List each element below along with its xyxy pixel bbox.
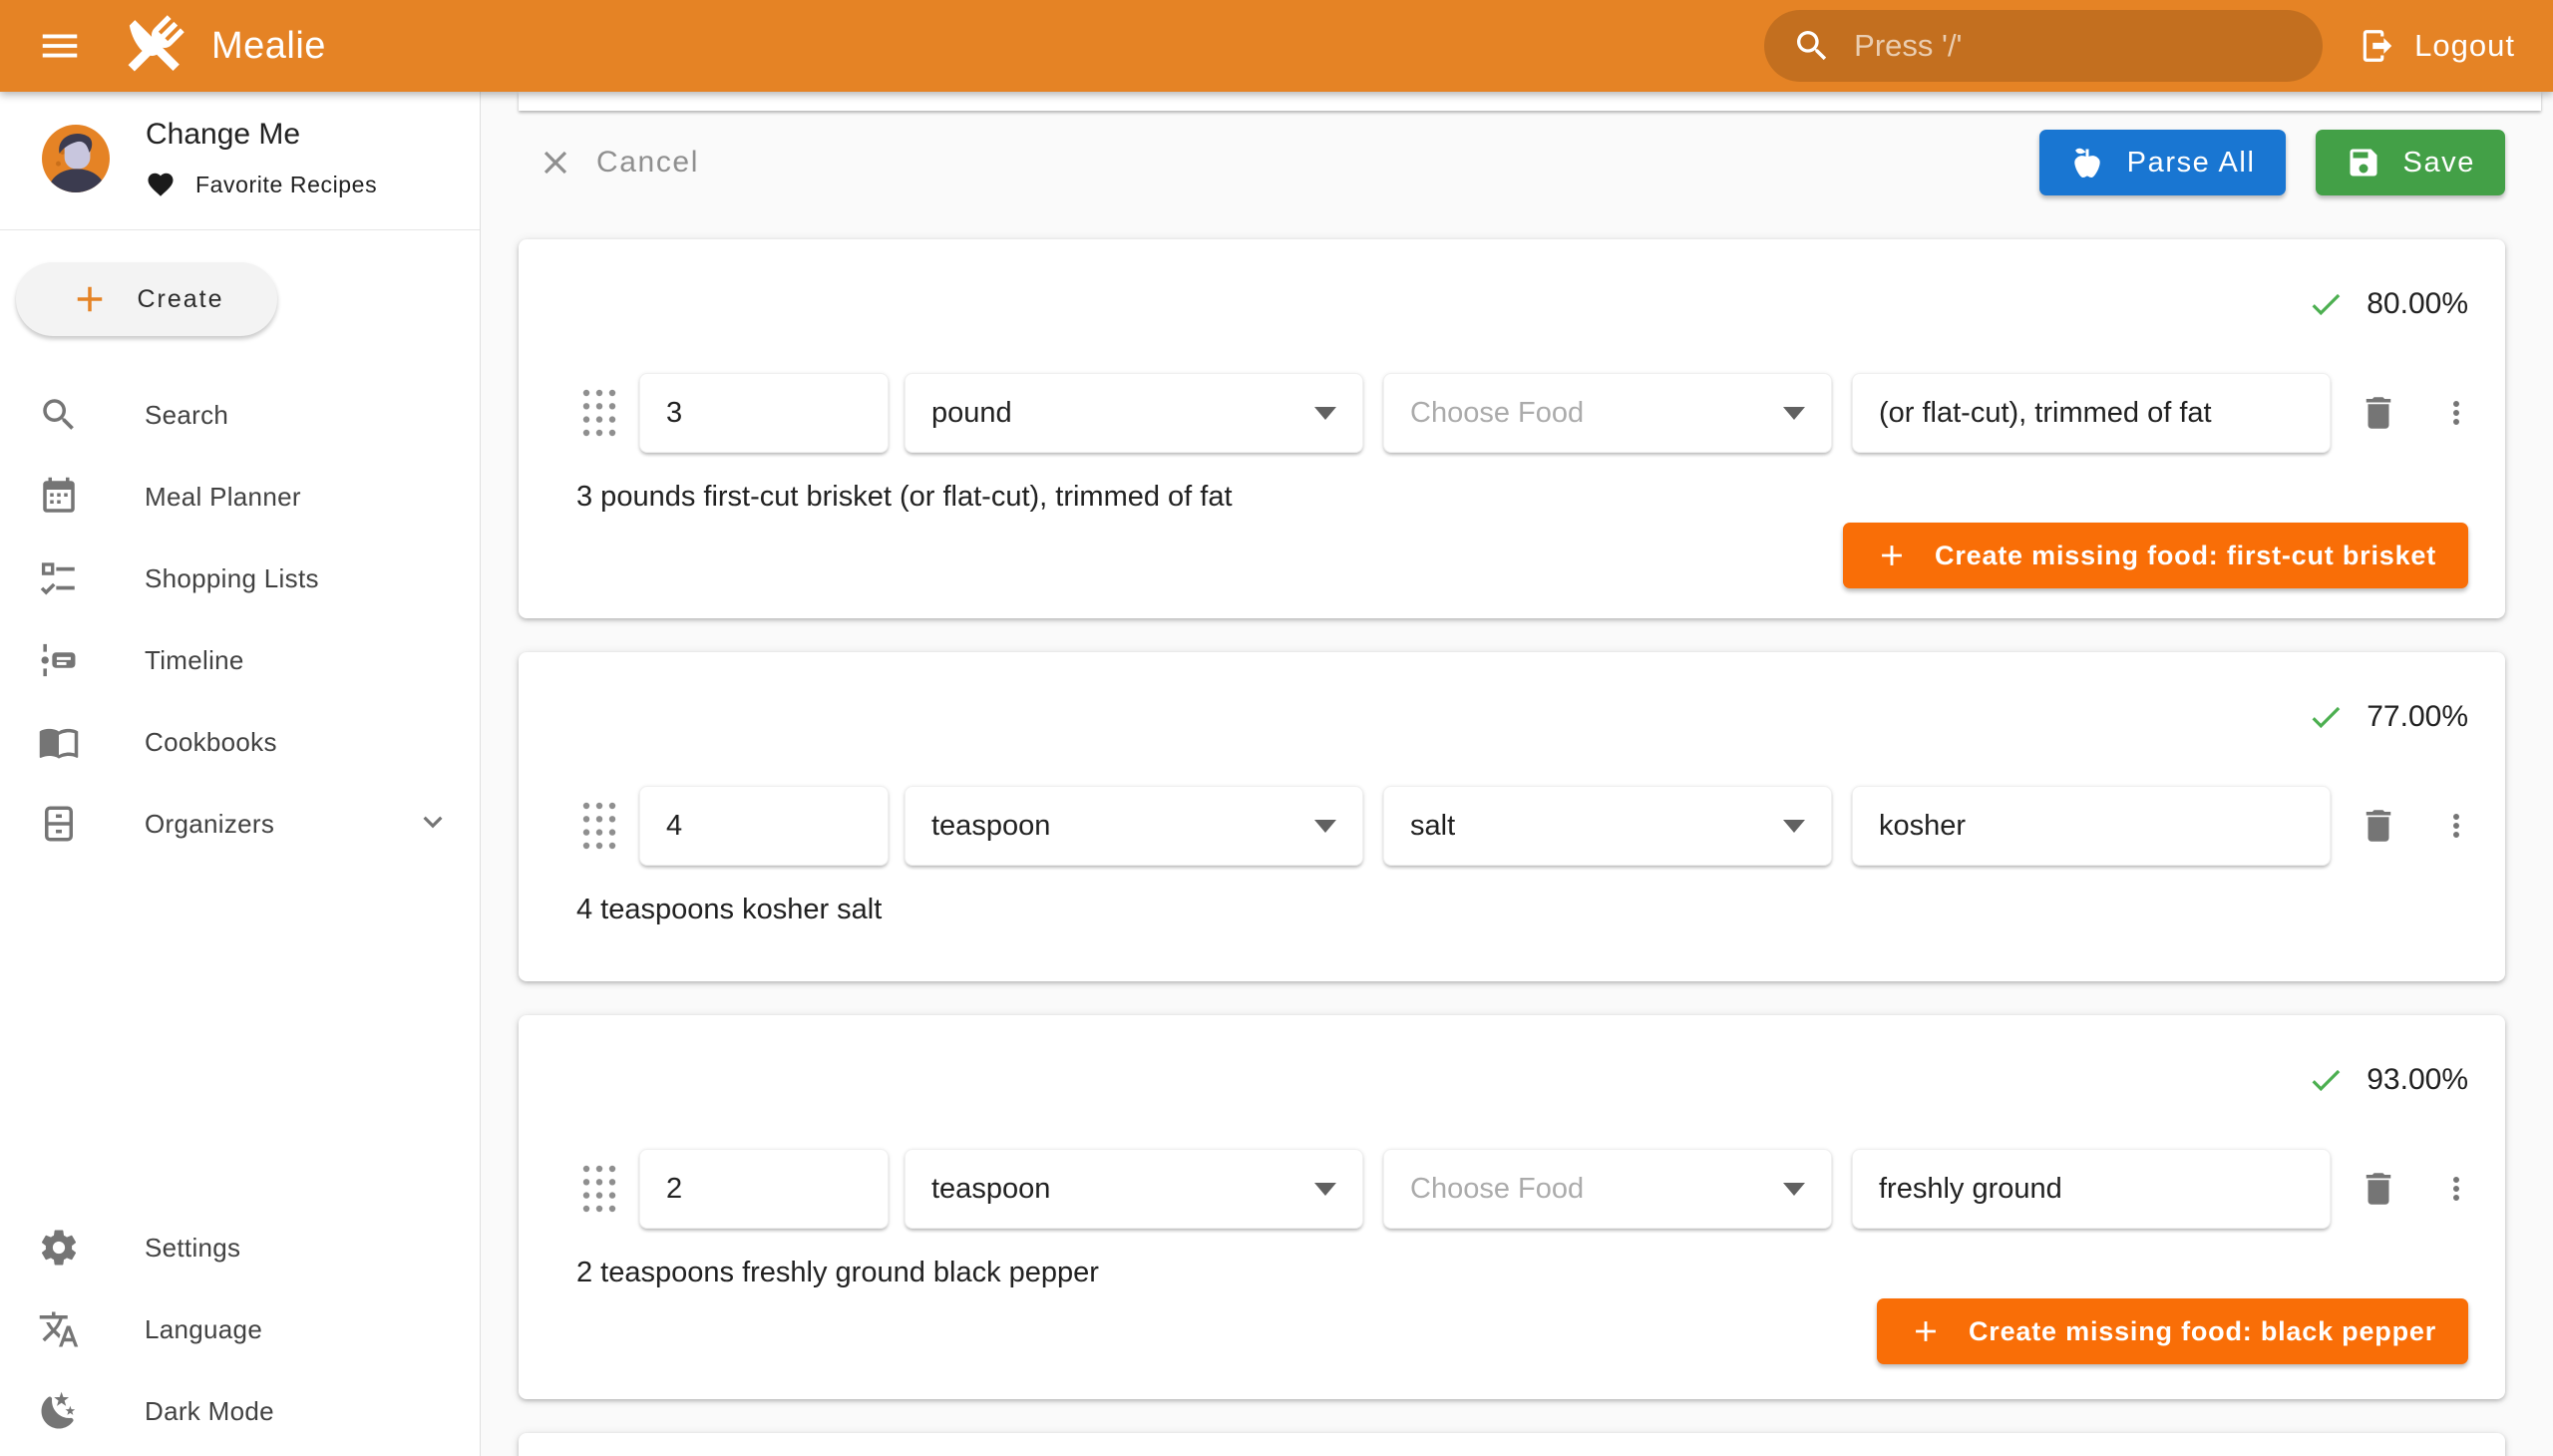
check-icon <box>2307 698 2345 736</box>
quantity-input[interactable]: 3 <box>639 373 889 453</box>
caret-down-icon <box>1314 407 1336 420</box>
translate-icon <box>38 1308 80 1350</box>
search-icon <box>1792 26 1832 66</box>
create-button[interactable]: Create <box>16 262 277 336</box>
caret-down-icon <box>1314 820 1336 833</box>
drag-icon[interactable] <box>581 1161 621 1217</box>
confidence-value: 80.00% <box>2367 287 2468 321</box>
parse-all-button[interactable]: Parse All <box>2039 130 2286 195</box>
plus-icon <box>69 278 111 320</box>
create-missing-food-button[interactable]: Create missing food: black pepper <box>1877 1298 2468 1364</box>
note-input[interactable]: (or flat-cut), trimmed of fat <box>1852 373 2331 453</box>
food-select[interactable]: Choose Food <box>1383 373 1832 453</box>
ingredient-input-row: 4 teaspoon salt kosher <box>519 786 2505 866</box>
unit-select[interactable]: teaspoon <box>905 786 1363 866</box>
cancel-button[interactable]: Cancel <box>519 130 717 195</box>
caret-down-icon <box>1783 820 1805 833</box>
unit-select[interactable]: pound <box>905 373 1363 453</box>
save-button[interactable]: Save <box>2316 130 2506 195</box>
cabinet-icon <box>38 803 80 845</box>
user-name: Change Me <box>146 118 377 152</box>
search-placeholder: Press '/' <box>1854 28 1962 64</box>
gear-icon <box>38 1227 80 1269</box>
chevron-down-icon[interactable] <box>414 803 452 846</box>
confidence-row: 93.00% <box>519 1061 2505 1099</box>
kebab-menu-icon[interactable] <box>2432 802 2480 850</box>
kebab-menu-icon[interactable] <box>2432 389 2480 437</box>
kebab-menu-icon[interactable] <box>2432 1165 2480 1213</box>
quantity-input[interactable]: 4 <box>639 786 889 866</box>
note-input[interactable]: kosher <box>1852 786 2331 866</box>
ingredient-card: 80.00% 3 pound Choose Food (or flat-cut)… <box>519 239 2505 618</box>
original-ingredient-text: 2 teaspoons freshly ground black pepper <box>519 1255 2505 1290</box>
caret-down-icon <box>1314 1183 1336 1196</box>
calendar-icon <box>38 476 80 518</box>
sidebar-item-settings[interactable]: Settings <box>0 1207 480 1288</box>
ingredient-card-list: 80.00% 3 pound Choose Food (or flat-cut)… <box>519 239 2505 1456</box>
menu-icon[interactable] <box>30 16 90 76</box>
scrolled-card-edge <box>519 92 2541 111</box>
original-ingredient-text: 3 pounds first-cut brisket (or flat-cut)… <box>519 479 2505 515</box>
timeline-icon <box>38 639 80 681</box>
confidence-value: 93.00% <box>2367 1063 2468 1097</box>
ingredient-card: 77.00% 4 teaspoon salt kosher <box>519 652 2505 981</box>
check-icon <box>2307 285 2345 323</box>
sidebar-item-cookbooks[interactable]: Cookbooks <box>0 701 480 783</box>
unit-select[interactable]: teaspoon <box>905 1149 1363 1229</box>
moon-icon <box>38 1390 80 1432</box>
ingredient-input-row: 2 teaspoon Choose Food freshly ground <box>519 1149 2505 1229</box>
avatar <box>42 125 110 192</box>
create-missing-food-button[interactable]: Create missing food: first-cut brisket <box>1843 523 2468 588</box>
plus-icon <box>1875 539 1909 572</box>
ingredient-input-row: 3 pound Choose Food (or flat-cut), trimm… <box>519 373 2505 453</box>
close-icon <box>537 144 574 182</box>
trash-icon[interactable] <box>2355 389 2402 437</box>
note-input[interactable]: freshly ground <box>1852 1149 2331 1229</box>
search-input[interactable]: Press '/' <box>1764 10 2323 82</box>
sidebar-item-timeline[interactable]: Timeline <box>0 619 480 701</box>
favorite-recipes-link[interactable]: Favorite Recipes <box>146 170 377 199</box>
caret-down-icon <box>1783 1183 1805 1196</box>
sidebar: Change Me Favorite Recipes Create Search… <box>0 92 481 1456</box>
book-open-icon <box>38 721 80 763</box>
drag-icon[interactable] <box>581 798 621 854</box>
sidebar-item-organizers[interactable]: Organizers <box>0 783 480 865</box>
trash-icon[interactable] <box>2355 1165 2402 1213</box>
user-profile[interactable]: Change Me Favorite Recipes <box>0 92 480 230</box>
ingredient-card-partial <box>519 1433 2505 1456</box>
quantity-input[interactable]: 2 <box>639 1149 889 1229</box>
logout-icon <box>2359 27 2396 65</box>
save-icon <box>2346 145 2381 181</box>
food-select[interactable]: salt <box>1383 786 1832 866</box>
ingredient-card: 93.00% 2 teaspoon Choose Food freshly gr… <box>519 1015 2505 1399</box>
sidebar-item-meal-planner[interactable]: Meal Planner <box>0 456 480 538</box>
silverware-logo-icon <box>118 10 189 82</box>
magnify-icon <box>38 394 80 436</box>
confidence-row: 80.00% <box>519 285 2505 323</box>
app-title: Mealie <box>211 25 326 68</box>
parser-toolbar: Cancel Parse All Save <box>519 130 2505 195</box>
logout-button[interactable]: Logout <box>2359 27 2515 65</box>
confidence-row: 77.00% <box>519 698 2505 736</box>
check-icon <box>2307 1061 2345 1099</box>
drag-icon[interactable] <box>581 385 621 441</box>
apple-icon <box>2069 145 2105 181</box>
app-bar: Mealie Press '/' Logout <box>0 0 2553 92</box>
sidebar-item-shopping-lists[interactable]: Shopping Lists <box>0 538 480 619</box>
plus-icon <box>1909 1314 1943 1348</box>
checklist-icon <box>38 557 80 599</box>
confidence-value: 77.00% <box>2367 700 2468 734</box>
trash-icon[interactable] <box>2355 802 2402 850</box>
sidebar-item-language[interactable]: Language <box>0 1288 480 1370</box>
sidebar-item-dark-mode[interactable]: Dark Mode <box>0 1370 480 1452</box>
food-select[interactable]: Choose Food <box>1383 1149 1832 1229</box>
sidebar-item-search[interactable]: Search <box>0 374 480 456</box>
main-content: Cancel Parse All Save 80.00% <box>481 92 2553 1456</box>
caret-down-icon <box>1783 407 1805 420</box>
original-ingredient-text: 4 teaspoons kosher salt <box>519 892 2505 927</box>
heart-icon <box>146 170 176 199</box>
